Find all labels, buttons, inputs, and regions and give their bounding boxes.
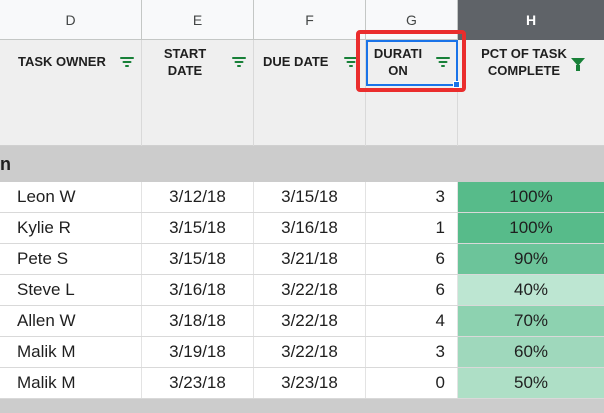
cell-owner[interactable]: Steve L [0, 275, 142, 305]
cell-duration[interactable]: 6 [366, 275, 458, 305]
cell-pct[interactable]: 100% [458, 182, 604, 212]
cell-pct[interactable]: 90% [458, 244, 604, 274]
table-row: Malik M 3/23/18 3/23/18 0 50% [0, 368, 604, 399]
column-header-bar: D E F G H [0, 0, 604, 40]
table-row: Steve L 3/16/18 3/22/18 6 40% [0, 275, 604, 306]
cell-pct[interactable]: 100% [458, 213, 604, 243]
cell-pct[interactable]: 60% [458, 337, 604, 367]
cell-start[interactable]: 3/12/18 [142, 182, 254, 212]
table-row: Leon W 3/12/18 3/15/18 3 100% [0, 182, 604, 213]
table-header-row: TASK OWNER START DATE DUE DATE DURATI ON… [0, 40, 604, 146]
group-header-row: n [0, 146, 604, 182]
cell-pct[interactable]: 40% [458, 275, 604, 305]
column-header-e[interactable]: E [142, 0, 254, 40]
cell-duration[interactable]: 0 [366, 368, 458, 398]
cell-owner[interactable]: Kylie R [0, 213, 142, 243]
cell-duration[interactable]: 1 [366, 213, 458, 243]
column-header-h[interactable]: H [458, 0, 604, 40]
header-complete-line: COMPLETE [487, 63, 561, 78]
header-start-line: START [163, 46, 207, 61]
cell-start[interactable]: 3/16/18 [142, 275, 254, 305]
cell-owner[interactable]: Malik M [0, 368, 142, 398]
header-due-date-label: DUE DATE [263, 54, 329, 69]
table-row: Kylie R 3/15/18 3/16/18 1 100% [0, 213, 604, 244]
header-start-date-label: START DATE [162, 45, 208, 79]
cell-due[interactable]: 3/16/18 [254, 213, 366, 243]
header-pct-label: PCT OF TASK COMPLETE [468, 45, 580, 79]
header-task-owner-label: TASK OWNER [18, 54, 106, 69]
header-cell-pct-complete[interactable]: PCT OF TASK COMPLETE [458, 40, 604, 146]
cell-start[interactable]: 3/18/18 [142, 306, 254, 336]
cell-duration[interactable]: 3 [366, 182, 458, 212]
annotation-highlight-box [356, 30, 466, 92]
cell-pct[interactable]: 70% [458, 306, 604, 336]
cell-owner[interactable]: Pete S [0, 244, 142, 274]
cell-due[interactable]: 3/22/18 [254, 306, 366, 336]
cell-start[interactable]: 3/19/18 [142, 337, 254, 367]
cell-due[interactable]: 3/23/18 [254, 368, 366, 398]
filter-icon[interactable] [232, 57, 246, 67]
table-row: Allen W 3/18/18 3/22/18 4 70% [0, 306, 604, 337]
header-cell-start-date[interactable]: START DATE [142, 40, 254, 146]
next-group-row [0, 399, 604, 413]
cell-owner[interactable]: Allen W [0, 306, 142, 336]
table-row: Malik M 3/19/18 3/22/18 3 60% [0, 337, 604, 368]
column-header-f[interactable]: F [254, 0, 366, 40]
cell-due[interactable]: 3/22/18 [254, 275, 366, 305]
active-filter-funnel-icon[interactable] [571, 58, 585, 71]
group-label: n [0, 154, 11, 174]
header-cell-task-owner[interactable]: TASK OWNER [0, 40, 142, 146]
cell-duration[interactable]: 6 [366, 244, 458, 274]
cell-duration[interactable]: 4 [366, 306, 458, 336]
cell-start[interactable]: 3/15/18 [142, 213, 254, 243]
cell-start[interactable]: 3/15/18 [142, 244, 254, 274]
cell-owner[interactable]: Malik M [0, 337, 142, 367]
cell-due[interactable]: 3/21/18 [254, 244, 366, 274]
cell-owner[interactable]: Leon W [0, 182, 142, 212]
cell-duration[interactable]: 3 [366, 337, 458, 367]
cell-start[interactable]: 3/23/18 [142, 368, 254, 398]
header-pct-line: PCT OF TASK [481, 46, 567, 61]
column-header-d[interactable]: D [0, 0, 142, 40]
cell-due[interactable]: 3/15/18 [254, 182, 366, 212]
spreadsheet-grid: D E F G H TASK OWNER START DATE DUE DATE… [0, 0, 604, 413]
cell-pct[interactable]: 50% [458, 368, 604, 398]
filter-icon[interactable] [120, 57, 134, 67]
header-cell-due-date[interactable]: DUE DATE [254, 40, 366, 146]
table-row: Pete S 3/15/18 3/21/18 6 90% [0, 244, 604, 275]
cell-due[interactable]: 3/22/18 [254, 337, 366, 367]
header-date-line: DATE [167, 63, 203, 78]
